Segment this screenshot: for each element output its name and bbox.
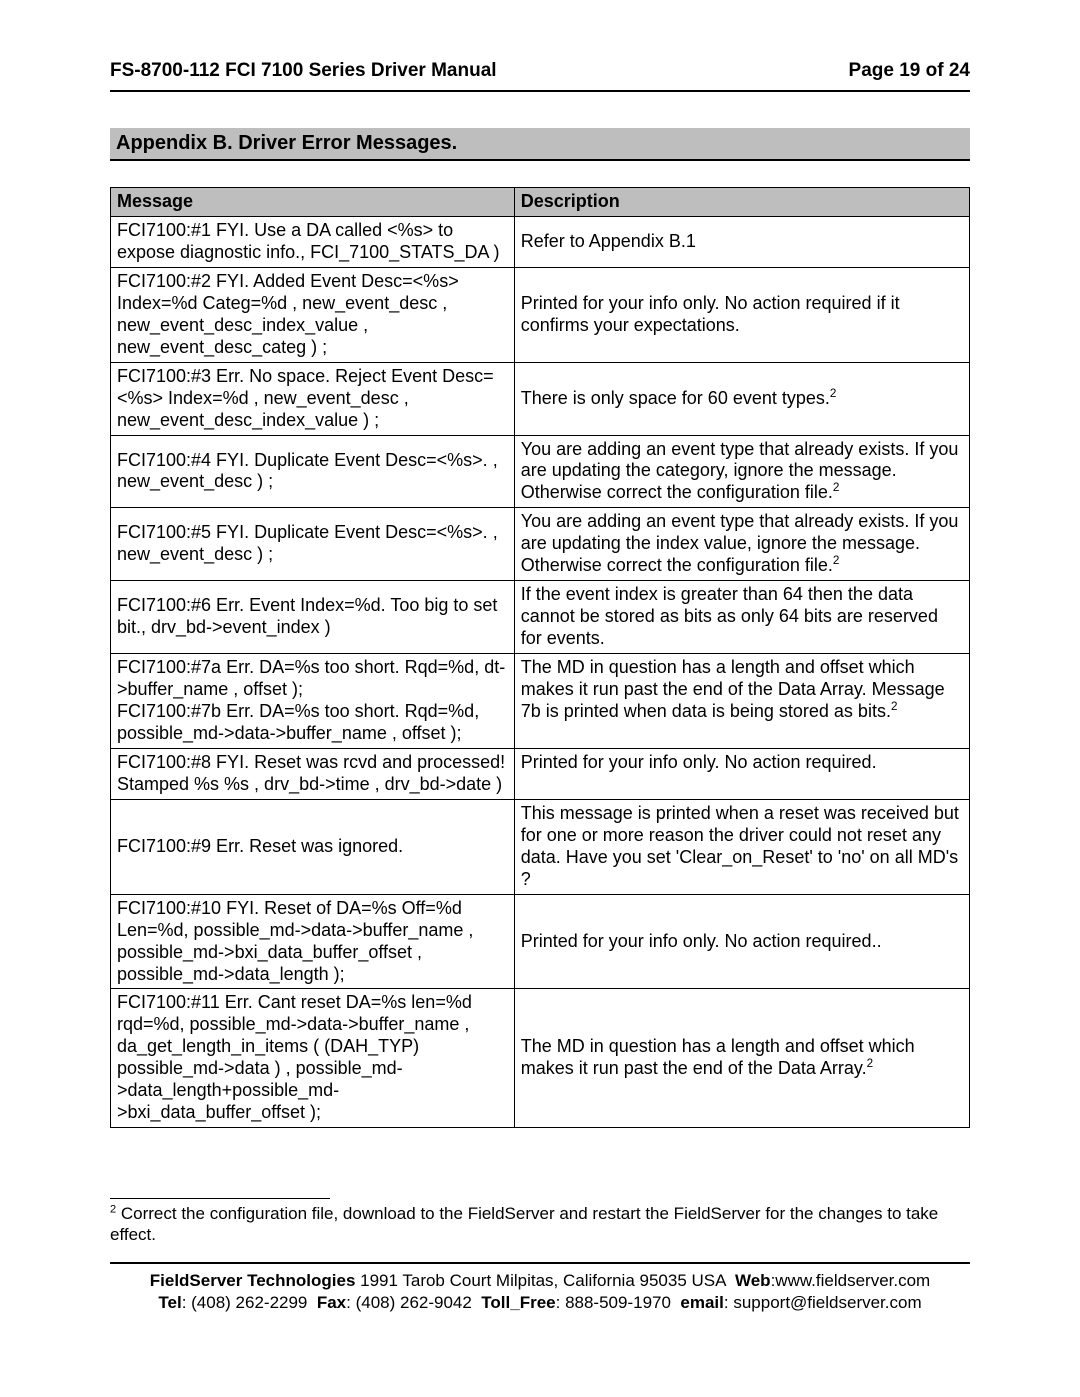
- footer-tollfree-label: Toll_Free: [481, 1293, 555, 1312]
- table-row: FCI7100:#9 Err. Reset was ignored.This m…: [111, 799, 970, 894]
- footer-rule: [110, 1262, 970, 1264]
- cell-message: FCI7100:#9 Err. Reset was ignored.: [111, 799, 515, 894]
- cell-description: Refer to Appendix B.1: [514, 216, 969, 267]
- footer-fax: : (408) 262-9042: [346, 1293, 476, 1312]
- cell-message: FCI7100:#5 FYI. Duplicate Event Desc=<%s…: [111, 508, 515, 581]
- cell-message: FCI7100:#1 FYI. Use a DA called <%s> to …: [111, 216, 515, 267]
- footer-block: FieldServer Technologies 1991 Tarob Cour…: [110, 1270, 970, 1314]
- footer-fax-label: Fax: [317, 1293, 346, 1312]
- footer-addr: 1991 Tarob Court Milpitas, California 95…: [355, 1271, 730, 1290]
- footnote-ref: 2: [833, 481, 840, 494]
- footer-line1: FieldServer Technologies 1991 Tarob Cour…: [110, 1270, 970, 1292]
- footer-email: : support@fieldserver.com: [724, 1293, 922, 1312]
- cell-description: The MD in question has a length and offs…: [514, 654, 969, 749]
- cell-description: Printed for your info only. No action re…: [514, 894, 969, 989]
- footnote-ref: 2: [833, 554, 840, 567]
- header-rule: [110, 90, 970, 92]
- cell-message: FCI7100:#3 Err. No space. Reject Event D…: [111, 362, 515, 435]
- cell-message: FCI7100:#2 FYI. Added Event Desc=<%s> In…: [111, 267, 515, 362]
- table-row: FCI7100:#3 Err. No space. Reject Event D…: [111, 362, 970, 435]
- footnote-ref: 2: [891, 700, 898, 713]
- table-row: FCI7100:#4 FYI. Duplicate Event Desc=<%s…: [111, 435, 970, 508]
- cell-message: FCI7100:#7a Err. DA=%s too short. Rqd=%d…: [111, 654, 515, 749]
- footnote-ref: 2: [867, 1057, 874, 1070]
- footer-tel: : (408) 262-2299: [182, 1293, 312, 1312]
- table-row: FCI7100:#11 Err. Cant reset DA=%s len=%d…: [111, 989, 970, 1128]
- cell-description: You are adding an event type that alread…: [514, 508, 969, 581]
- cell-message: FCI7100:#8 FYI. Reset was rcvd and proce…: [111, 748, 515, 799]
- footnote: 2 Correct the configuration file, downlo…: [110, 1203, 970, 1246]
- table-row: FCI7100:#10 FYI. Reset of DA=%s Off=%d L…: [111, 894, 970, 989]
- footer-company: FieldServer Technologies: [150, 1271, 356, 1290]
- cell-message: FCI7100:#6 Err. Event Index=%d. Too big …: [111, 581, 515, 654]
- footnote-rule: [110, 1198, 330, 1199]
- footnote-ref: 2: [830, 387, 837, 400]
- table-row: FCI7100:#7a Err. DA=%s too short. Rqd=%d…: [111, 654, 970, 749]
- page-number: Page 19 of 24: [849, 60, 970, 82]
- error-messages-table: Message Description FCI7100:#1 FYI. Use …: [110, 187, 970, 1128]
- cell-message: FCI7100:#4 FYI. Duplicate Event Desc=<%s…: [111, 435, 515, 508]
- footer-tel-label: Tel: [158, 1293, 181, 1312]
- footer-web: :www.fieldserver.com: [771, 1271, 931, 1290]
- header-row: FS-8700-112 FCI 7100 Series Driver Manua…: [110, 60, 970, 82]
- table-row: FCI7100:#8 FYI. Reset was rcvd and proce…: [111, 748, 970, 799]
- th-description: Description: [514, 188, 969, 217]
- table-row: FCI7100:#5 FYI. Duplicate Event Desc=<%s…: [111, 508, 970, 581]
- cell-description: The MD in question has a length and offs…: [514, 989, 969, 1128]
- table-row: FCI7100:#2 FYI. Added Event Desc=<%s> In…: [111, 267, 970, 362]
- table-row: FCI7100:#6 Err. Event Index=%d. Too big …: [111, 581, 970, 654]
- cell-description: There is only space for 60 event types.2: [514, 362, 969, 435]
- table-header-row: Message Description: [111, 188, 970, 217]
- footer-email-label: email: [680, 1293, 723, 1312]
- footer-tollfree: : 888-509-1970: [556, 1293, 676, 1312]
- th-message: Message: [111, 188, 515, 217]
- cell-description: Printed for your info only. No action re…: [514, 748, 969, 799]
- cell-description: You are adding an event type that alread…: [514, 435, 969, 508]
- footer-line2: Tel: (408) 262-2299 Fax: (408) 262-9042 …: [110, 1292, 970, 1314]
- cell-description: Printed for your info only. No action re…: [514, 267, 969, 362]
- table-row: FCI7100:#1 FYI. Use a DA called <%s> to …: [111, 216, 970, 267]
- appendix-heading: Appendix B. Driver Error Messages.: [110, 128, 970, 161]
- cell-message: FCI7100:#11 Err. Cant reset DA=%s len=%d…: [111, 989, 515, 1128]
- cell-message: FCI7100:#10 FYI. Reset of DA=%s Off=%d L…: [111, 894, 515, 989]
- cell-description: If the event index is greater than 64 th…: [514, 581, 969, 654]
- cell-description: This message is printed when a reset was…: [514, 799, 969, 894]
- doc-title: FS-8700-112 FCI 7100 Series Driver Manua…: [110, 60, 497, 82]
- page-container: FS-8700-112 FCI 7100 Series Driver Manua…: [0, 0, 1080, 1397]
- footer-web-label: Web: [735, 1271, 771, 1290]
- footnote-text: Correct the configuration file, download…: [110, 1204, 938, 1244]
